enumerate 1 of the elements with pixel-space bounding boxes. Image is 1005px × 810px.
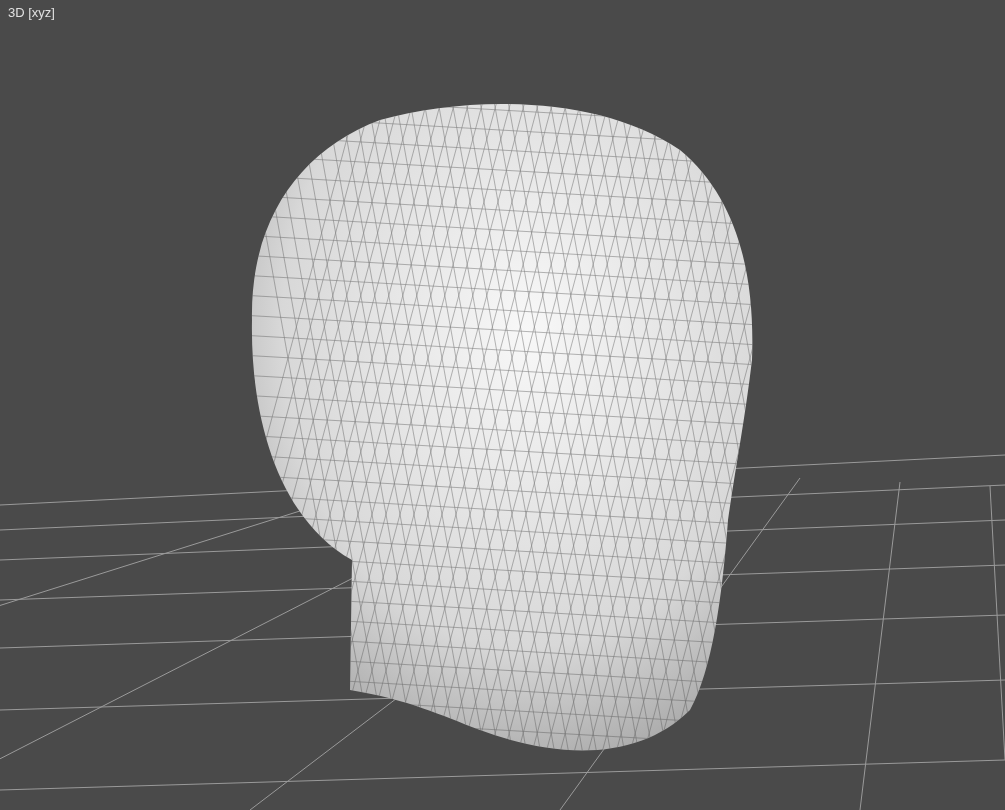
viewport-label: 3D [xyz] (8, 5, 55, 20)
